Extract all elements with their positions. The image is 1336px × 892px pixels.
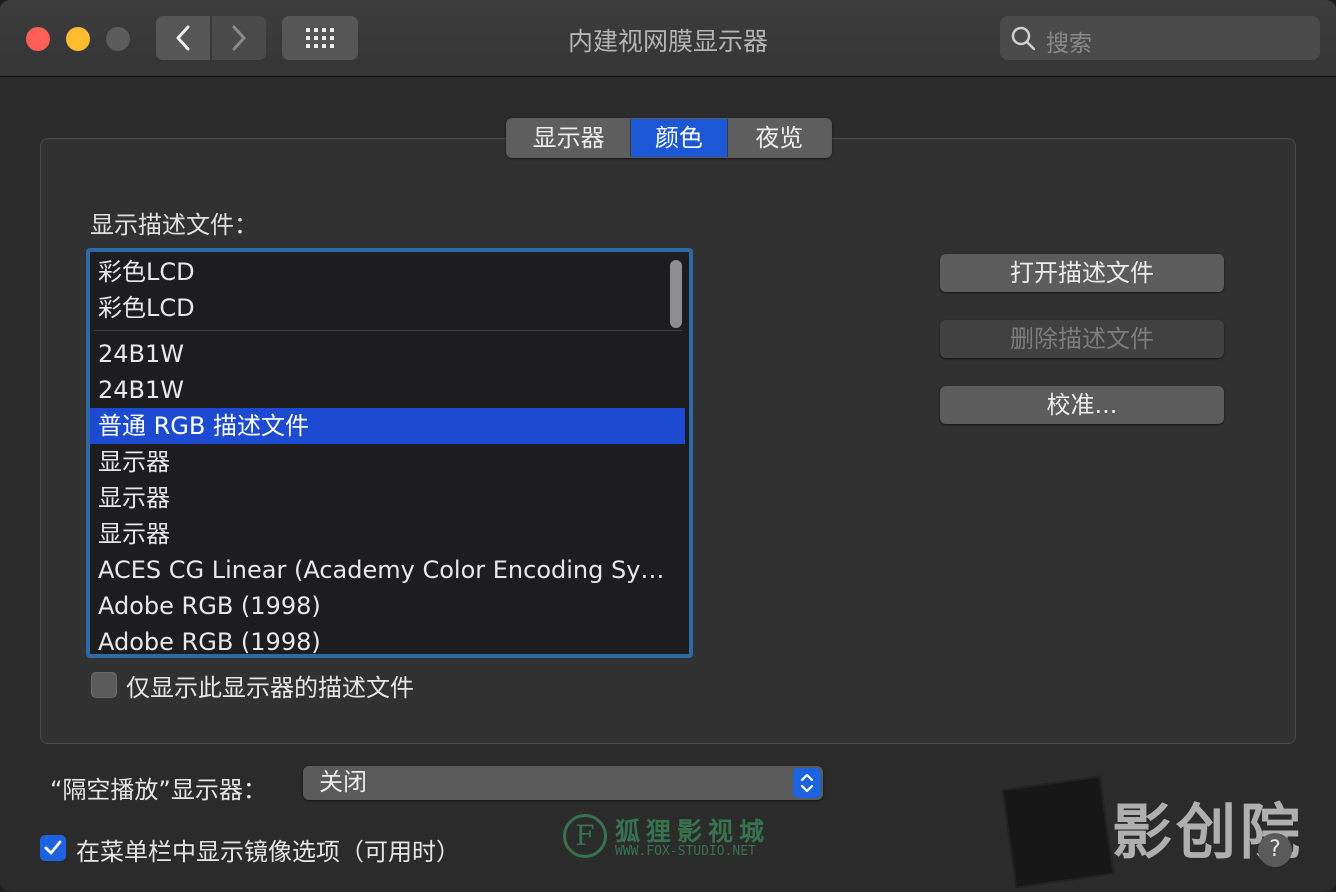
title-bar: 内建视网膜显示器 搜索 (0, 0, 1336, 77)
list-item[interactable]: 24B1W (90, 372, 685, 408)
forward-button[interactable] (212, 16, 266, 60)
only-this-display-label[interactable]: 仅显示此显示器的描述文件 (126, 668, 414, 703)
search-icon (1011, 26, 1036, 51)
display-profile-label: 显示描述文件： (90, 211, 258, 239)
search-placeholder: 搜索 (1046, 31, 1092, 57)
search-field[interactable]: 搜索 (1000, 16, 1320, 60)
list-item[interactable]: 彩色LCD (90, 290, 685, 326)
only-this-display-checkbox[interactable] (91, 672, 117, 698)
back-button[interactable] (156, 16, 210, 60)
tab-night-shift[interactable]: 夜览 (726, 119, 831, 157)
menubar-mirroring-label[interactable]: 在菜单栏中显示镜像选项（可用时） (76, 832, 460, 867)
list-scrollbar[interactable] (670, 260, 682, 328)
close-button[interactable] (26, 27, 50, 51)
airplay-display-select[interactable]: 关闭 (303, 766, 823, 800)
grid-icon (306, 28, 334, 48)
list-item[interactable]: Adobe RGB (1998) (90, 624, 685, 654)
airplay-display-label: “隔空播放”显示器： (50, 776, 267, 804)
list-item[interactable]: ACES CG Linear (Academy Color Encoding S… (90, 552, 685, 588)
help-button[interactable]: ? (1258, 833, 1292, 867)
airplay-display-value: 关闭 (319, 768, 367, 796)
list-item[interactable]: 显示器 (90, 480, 685, 516)
fox-studio-watermark: F 狐狸影视城 WWW.FOX-STUDIO.NET (563, 812, 778, 868)
preferences-window: 内建视网膜显示器 搜索 显示器 颜色 夜览 显示描述文件： 彩色LCD 彩色LC… (0, 0, 1336, 892)
profile-list[interactable]: 彩色LCD 彩色LCD 24B1W 24B1W 普通 RGB 描述文件 显示器 … (86, 248, 693, 658)
menubar-mirroring-checkbox[interactable] (40, 835, 66, 861)
fox-logo: F (563, 814, 607, 858)
list-item[interactable]: Adobe RGB (1998) (90, 588, 685, 624)
studio-watermark: 影创院 (1000, 775, 1330, 889)
tab-color[interactable]: 颜色 (631, 119, 727, 157)
chevron-right-icon (232, 25, 246, 51)
chevron-left-icon (176, 25, 190, 51)
list-item[interactable]: 彩色LCD (90, 254, 685, 290)
up-down-arrows-icon (793, 768, 821, 798)
show-all-button[interactable] (282, 16, 358, 60)
list-item[interactable]: 24B1W (90, 336, 685, 372)
list-item[interactable]: 显示器 (90, 516, 685, 552)
checkmark-icon (44, 840, 62, 855)
film-logo (1001, 775, 1115, 889)
list-item[interactable]: 显示器 (90, 444, 685, 480)
zoom-button[interactable] (106, 27, 130, 51)
fox-watermark-url: WWW.FOX-STUDIO.NET (615, 844, 756, 859)
open-profile-button[interactable]: 打开描述文件 (940, 254, 1224, 292)
calibrate-button[interactable]: 校准... (940, 386, 1224, 424)
tab-bar: 显示器 颜色 夜览 (506, 118, 832, 158)
minimize-button[interactable] (66, 27, 90, 51)
fox-watermark-text: 狐狸影视城 (615, 817, 771, 846)
delete-profile-button[interactable]: 删除描述文件 (940, 320, 1224, 358)
list-separator (94, 330, 682, 331)
window-title: 内建视网膜显示器 (567, 27, 768, 56)
navigation-buttons (156, 16, 266, 60)
list-item-selected[interactable]: 普通 RGB 描述文件 (90, 408, 685, 444)
tab-display[interactable]: 显示器 (507, 119, 632, 157)
